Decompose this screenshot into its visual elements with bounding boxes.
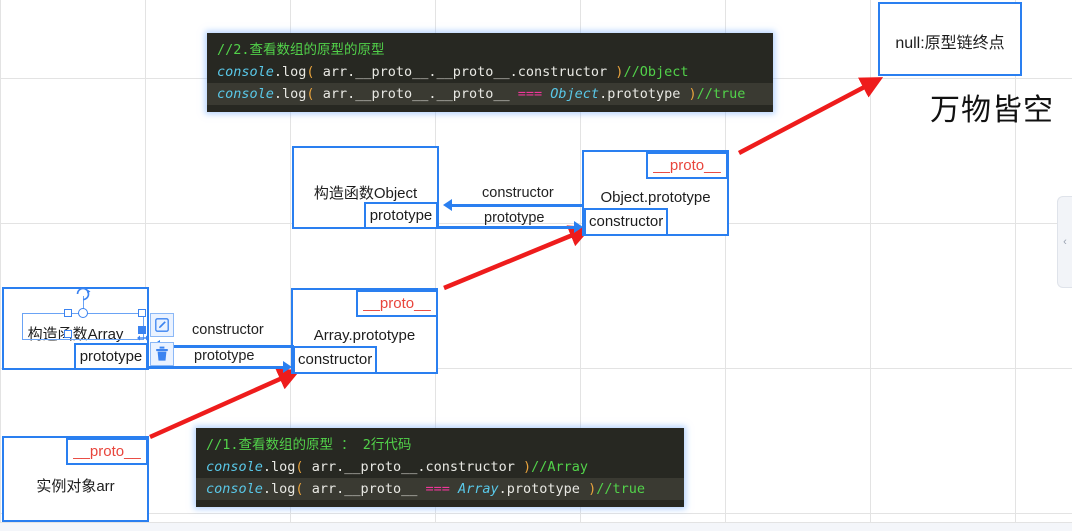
resize-handle-sw[interactable] xyxy=(64,330,72,338)
edge-label-object-constructor: constructor xyxy=(482,185,554,201)
edge-array-prototype-arrowhead xyxy=(283,361,292,373)
slot-object-prototype[interactable]: prototype xyxy=(364,202,438,229)
code-comment-line: //2.查看数组的原型的原型 xyxy=(217,42,385,58)
node-constructor-object-label: 构造函数Object xyxy=(313,185,418,202)
delete-shape-button[interactable] xyxy=(150,342,174,366)
code-line: console.log( arr.__proto__.__proto__.con… xyxy=(217,64,689,80)
code-line-highlighted: console.log( arr.__proto__ === Array.pro… xyxy=(196,478,684,500)
chevron-left-icon: ‹ xyxy=(1063,236,1067,248)
edge-object-constructor-line xyxy=(452,204,584,207)
free-text-slogan[interactable]: 万物皆空 xyxy=(930,85,1054,129)
slot-array-proto-link[interactable]: __proto__ xyxy=(356,290,438,317)
panel-collapse-handle[interactable]: ‹ xyxy=(1057,196,1072,288)
node-object-prototype-label: Object.prototype xyxy=(600,189,711,206)
rotate-icon[interactable] xyxy=(74,285,92,301)
edge-label-array-prototype: prototype xyxy=(194,348,255,364)
edge-object-prototype-line-h xyxy=(437,226,575,229)
resize-arrow-e-icon xyxy=(137,335,149,341)
slot-instance-proto-link[interactable]: __proto__ xyxy=(66,438,148,465)
edit-shape-button[interactable] xyxy=(150,313,174,337)
red-arrow-to-object-prototype xyxy=(443,225,592,291)
node-array-prototype-label: Array.prototype xyxy=(313,327,416,344)
node-null-terminator[interactable]: null:原型链终点 xyxy=(878,2,1022,76)
code-line-highlighted: console.log( arr.__proto__.__proto__ ===… xyxy=(207,83,773,105)
node-null-label: null:原型链终点 xyxy=(895,35,1005,52)
slot-array-prototype-constructor[interactable]: constructor xyxy=(293,346,377,374)
node-instance-arr-label: 实例对象arr xyxy=(36,478,115,495)
slot-object-prototype-constructor[interactable]: constructor xyxy=(584,208,668,236)
code-line: console.log( arr.__proto__.constructor )… xyxy=(206,459,589,475)
slot-object-proto-link[interactable]: __proto__ xyxy=(646,152,728,179)
resize-handle-nw[interactable] xyxy=(64,309,72,317)
code-comment-line: //1.查看数组的原型 ： 2行代码 xyxy=(206,437,412,453)
edge-array-prototype-line-h xyxy=(146,366,284,369)
pencil-icon xyxy=(155,318,169,332)
edge-object-prototype-arrowhead xyxy=(574,221,583,233)
slot-array-prototype[interactable]: prototype xyxy=(74,343,148,370)
diagram-canvas[interactable]: //2.查看数组的原型的原型 console.log( arr.__proto_… xyxy=(0,0,1072,531)
code-block-proto-basic[interactable]: //1.查看数组的原型 ： 2行代码 console.log( arr.__pr… xyxy=(196,428,684,507)
edge-object-constructor-arrowhead xyxy=(443,199,452,211)
code-block-proto-of-proto[interactable]: //2.查看数组的原型的原型 console.log( arr.__proto_… xyxy=(207,33,773,112)
rotate-handle-knob[interactable] xyxy=(78,308,88,318)
edge-label-object-prototype: prototype xyxy=(484,210,545,226)
resize-handle-ne[interactable] xyxy=(138,309,146,317)
trash-icon xyxy=(156,346,168,361)
edge-label-array-constructor: constructor xyxy=(192,322,264,338)
